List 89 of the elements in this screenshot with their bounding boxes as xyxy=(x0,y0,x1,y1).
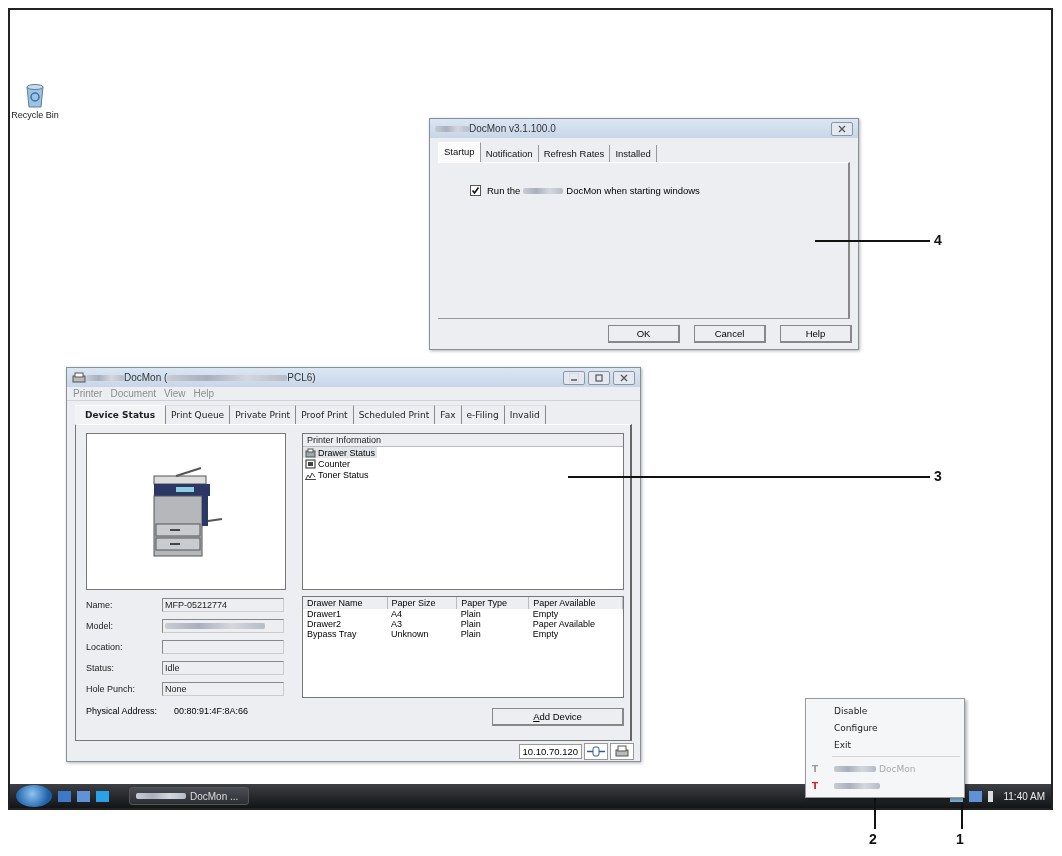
menu-item[interactable]: Exit xyxy=(806,736,964,753)
text-field[interactable] xyxy=(162,618,284,633)
list-item[interactable]: Drawer Status xyxy=(303,447,378,458)
column-header: Printer Information xyxy=(307,435,383,445)
window-title: DocMon ( xyxy=(124,372,168,383)
close-icon xyxy=(837,123,847,134)
text-field[interactable]: None xyxy=(162,681,284,696)
table-cell: Drawer1 xyxy=(303,609,388,619)
text-field[interactable]: Idle xyxy=(162,660,284,675)
callout-number: 4 xyxy=(934,232,942,248)
add-device-button[interactable]: Add Device xyxy=(492,708,624,726)
column-header: Paper Size xyxy=(387,597,457,609)
field-label: Name: xyxy=(86,599,114,610)
table-cell-text: Bypass Tray xyxy=(306,629,358,639)
close-button[interactable] xyxy=(613,370,635,385)
icon-label: Recycle Bin xyxy=(11,110,59,120)
table-cell-text: Unknown xyxy=(390,629,430,639)
tab[interactable]: Proof Print xyxy=(296,405,354,424)
blurred-text xyxy=(136,793,186,799)
printer-icon xyxy=(72,371,86,384)
window-title: DocMon v3.1.100.0 xyxy=(469,123,556,134)
blurred-text xyxy=(523,187,564,194)
table-cell-text: Plain xyxy=(459,619,482,629)
callout-number: 2 xyxy=(869,831,877,847)
menu-item[interactable]: Configure xyxy=(806,719,964,736)
counter-icon xyxy=(305,458,316,469)
table-cell-text: A3 xyxy=(390,619,404,629)
tab[interactable]: Scheduled Print xyxy=(353,405,436,424)
tab[interactable]: Installed xyxy=(610,145,657,162)
field-label: Hole Punch: xyxy=(86,683,137,694)
minimize-button[interactable] xyxy=(563,370,585,385)
menu-item[interactable]: Disable xyxy=(806,702,964,719)
tab[interactable]: Invalid xyxy=(504,405,546,424)
start-button[interactable] xyxy=(16,785,52,807)
field-label: Status: xyxy=(86,662,115,673)
callout-number: 1 xyxy=(956,831,964,847)
field-label: Model: xyxy=(86,620,114,631)
dialog-button[interactable]: OK xyxy=(608,325,680,343)
blurred-text xyxy=(86,374,124,381)
checkbox[interactable] xyxy=(470,185,481,196)
field-label: Location: xyxy=(86,641,124,652)
table-cell-text: Paper Available xyxy=(531,619,597,629)
tab[interactable]: Print Queue xyxy=(166,405,231,424)
leader-line xyxy=(961,803,963,829)
blurred-text xyxy=(834,765,876,772)
column-header: Paper Type xyxy=(456,597,529,609)
field-label: Physical Address: xyxy=(86,706,159,716)
recycle-bin-icon[interactable] xyxy=(24,82,46,108)
field-value: 00:80:91:4F:8A:66 xyxy=(174,706,249,716)
table-cell-text: Empty xyxy=(531,629,560,639)
blurred-text xyxy=(834,782,880,789)
tab[interactable]: Private Print xyxy=(230,405,297,424)
checkbox-label: Run the xyxy=(487,185,521,196)
table-cell: A4 xyxy=(387,609,457,619)
table-cell-text: Plain xyxy=(459,629,482,639)
letter-icon: T xyxy=(810,763,820,774)
list-item[interactable]: Toner Status xyxy=(303,469,371,480)
letter-icon: T xyxy=(810,780,820,791)
tab[interactable]: Device Status xyxy=(75,405,167,424)
list-item[interactable]: Counter xyxy=(303,458,353,469)
blurred-text xyxy=(435,125,469,132)
minimize-icon xyxy=(569,372,579,383)
tab[interactable]: Startup xyxy=(438,142,481,162)
tab[interactable]: Refresh Rates xyxy=(538,145,611,162)
column-header: Drawer Name xyxy=(303,597,388,609)
tab[interactable]: Notification xyxy=(480,145,539,162)
tab[interactable]: e-Filing xyxy=(461,405,505,424)
clock: 11:40 AM xyxy=(1003,790,1045,802)
close-icon xyxy=(619,372,629,383)
maximize-icon xyxy=(594,372,604,383)
taskbar-button[interactable]: DocMon ... xyxy=(129,787,249,805)
text-field[interactable]: MFP-05212774 xyxy=(162,597,284,612)
callout-number: 3 xyxy=(934,468,942,484)
table-cell: Plain xyxy=(456,609,529,619)
column-header: Paper Available xyxy=(528,597,623,609)
connection-icon xyxy=(584,742,608,760)
close-button[interactable] xyxy=(831,121,853,136)
tab[interactable]: Fax xyxy=(435,405,462,424)
printer-icon xyxy=(305,447,316,458)
dialog-button[interactable]: Help xyxy=(780,325,852,343)
text-field[interactable] xyxy=(162,639,284,654)
printer-icon xyxy=(610,742,634,760)
table-cell-text: Drawer2 xyxy=(306,619,342,629)
ip-address: 10.10.70.120 xyxy=(518,743,582,759)
maximize-button[interactable] xyxy=(588,370,610,385)
window-title: PCL6) xyxy=(287,372,316,383)
dialog-button[interactable]: Cancel xyxy=(694,325,766,343)
table-cell: Empty xyxy=(528,609,623,619)
checkbox-label: DocMon when starting windows xyxy=(566,185,700,196)
